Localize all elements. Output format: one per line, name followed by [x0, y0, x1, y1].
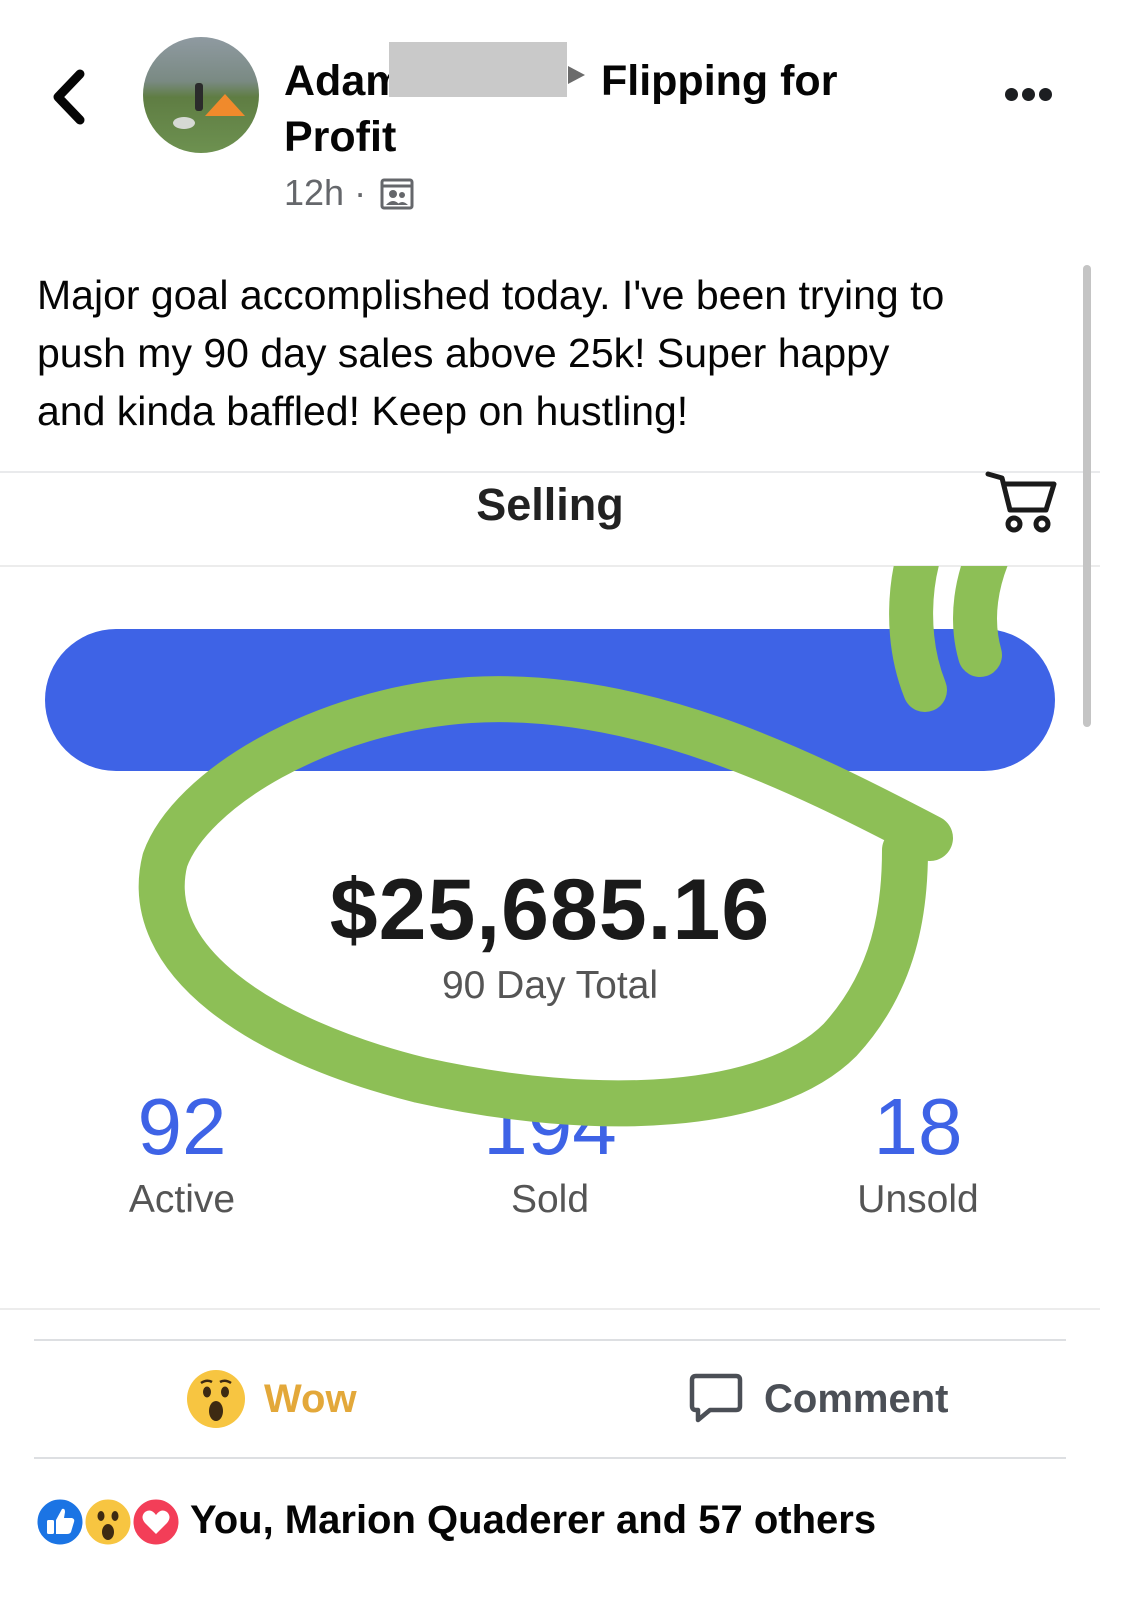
ninety-day-total-label: 90 Day Total	[441, 964, 659, 1007]
group-name-continued[interactable]: Profit	[284, 108, 396, 166]
unsold-label: Unsold	[857, 1178, 979, 1221]
active-label: Active	[128, 1178, 236, 1221]
ninety-day-total-value: $25,685.16	[329, 862, 771, 958]
wow-label: Wow	[264, 1376, 357, 1421]
avatar-tent	[205, 94, 245, 116]
unsold-count: 18	[873, 1082, 963, 1171]
scrollbar[interactable]	[1083, 265, 1091, 727]
reactions-summary[interactable]: You, Marion Quaderer and 57 others	[34, 1488, 876, 1552]
wow-face-icon	[187, 1370, 245, 1428]
comment-label: Comment	[764, 1376, 949, 1421]
more-dot	[1039, 88, 1052, 101]
author-name[interactable]: Adam	[284, 52, 403, 110]
wow-icon	[82, 1496, 134, 1548]
sold-label: Sold	[510, 1178, 590, 1221]
action-bar-top-divider	[34, 1339, 1066, 1341]
list-item-button-label: item	[506, 678, 594, 725]
post-line: Major goal accomplished today. I've been…	[37, 272, 945, 318]
avatar-person	[195, 83, 203, 111]
back-chevron-icon[interactable]	[44, 66, 98, 128]
green-annotation	[138, 566, 1008, 1127]
action-bar-bottom-divider	[34, 1457, 1066, 1459]
more-dot	[1005, 88, 1018, 101]
post-line: push my 90 day sales above 25k! Super ha…	[37, 330, 890, 376]
reaction-icons	[34, 1492, 184, 1548]
more-options-button[interactable]	[1005, 88, 1059, 104]
group-name[interactable]: Flipping for	[601, 52, 837, 110]
active-count: 92	[137, 1082, 227, 1171]
selling-divider	[0, 565, 1100, 567]
group-arrow-icon	[568, 66, 585, 84]
wow-reaction-button[interactable]: Wow	[186, 1366, 357, 1432]
comment-button[interactable]: Comment	[688, 1366, 948, 1432]
sold-count: 194	[483, 1082, 617, 1171]
image-top-border	[0, 471, 1100, 473]
avatar[interactable]	[143, 37, 259, 153]
selling-title: Selling	[476, 479, 624, 530]
post-body: Major goal accomplished today. I've been…	[37, 266, 1077, 440]
love-icon	[130, 1496, 182, 1548]
cart-icon	[985, 471, 1057, 533]
post-line: and kinda baffled! Keep on hustling!	[37, 388, 689, 434]
post-time[interactable]: 12h	[284, 172, 344, 213]
like-icon	[34, 1496, 86, 1548]
group-audience-icon	[380, 178, 414, 210]
more-dot	[1022, 88, 1035, 101]
meta-separator: ·	[354, 172, 367, 213]
reactions-summary-text: You, Marion Quaderer and 57 others	[190, 1497, 877, 1542]
image-bottom-border	[0, 1308, 1100, 1310]
post-meta: 12h ·	[284, 170, 376, 216]
comment-icon	[689, 1373, 743, 1423]
avatar-rock	[173, 117, 195, 129]
redacted-name-block	[389, 42, 567, 97]
